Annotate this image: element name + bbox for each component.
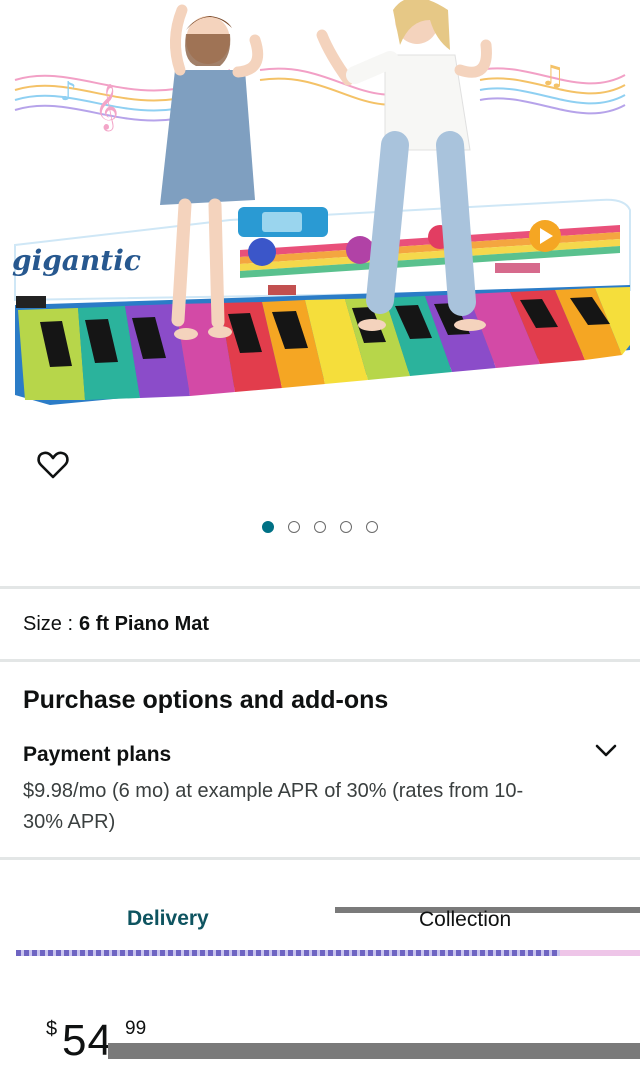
size-selector[interactable]: Size :6 ft Piano Mat bbox=[23, 613, 209, 636]
chevron-down-icon[interactable] bbox=[591, 739, 621, 763]
divider bbox=[0, 586, 640, 589]
size-value: 6 ft Piano Mat bbox=[79, 613, 210, 635]
carousel-dot[interactable] bbox=[288, 521, 300, 533]
tab-collection[interactable]: Collection bbox=[419, 908, 511, 932]
price-symbol: $ bbox=[46, 1018, 58, 1040]
product-image[interactable]: 𝄞 ♫ ♪ gigantic bbox=[0, 0, 640, 430]
piano-mat-illustration: 𝄞 ♫ ♪ gigantic bbox=[12, 0, 631, 405]
purchase-options-title: Purchase options and add-ons bbox=[23, 686, 389, 714]
price-fraction: 99 bbox=[125, 1018, 147, 1039]
svg-text:♫: ♫ bbox=[540, 59, 565, 92]
carousel-dot[interactable] bbox=[340, 521, 352, 533]
mat-brand-text: gigantic bbox=[12, 244, 141, 277]
carousel-dot[interactable] bbox=[262, 521, 274, 533]
price-whole: 54 bbox=[62, 1016, 113, 1065]
tab-underline-end bbox=[560, 950, 640, 956]
divider bbox=[0, 857, 640, 860]
tab-underline bbox=[16, 950, 640, 956]
heart-icon[interactable] bbox=[36, 448, 70, 482]
svg-text:♪: ♪ bbox=[60, 77, 77, 107]
size-label: Size : bbox=[23, 613, 74, 635]
carousel-dot[interactable] bbox=[366, 521, 378, 533]
divider bbox=[0, 659, 640, 662]
image-carousel-dots bbox=[0, 518, 640, 536]
svg-text:𝄞: 𝄞 bbox=[95, 84, 119, 132]
bottom-bar bbox=[108, 1043, 640, 1059]
payment-plans-title[interactable]: Payment plans bbox=[23, 743, 171, 767]
payment-plans-description: $9.98/mo (6 mo) at example APR of 30% (r… bbox=[23, 780, 524, 833]
tab-delivery[interactable]: Delivery bbox=[127, 907, 209, 931]
carousel-dot[interactable] bbox=[314, 521, 326, 533]
